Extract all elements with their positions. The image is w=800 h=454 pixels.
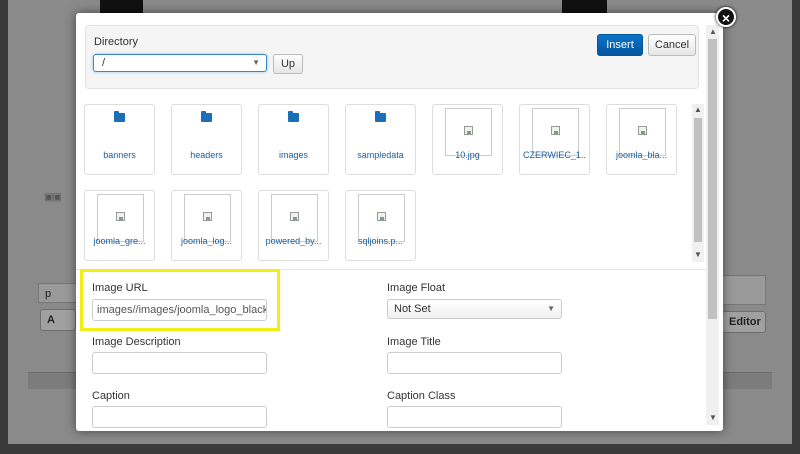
broken-image-icon: [464, 126, 473, 135]
image-float-label: Image Float: [387, 282, 446, 294]
scroll-up-icon[interactable]: ▲: [694, 105, 702, 115]
directory-select[interactable]: / ▼: [93, 54, 267, 72]
image-tile[interactable]: sqljoins.p...: [345, 190, 416, 261]
media-browser: banners headers images sampledata 10.jpg…: [76, 99, 706, 267]
image-name: joomla_bla...: [615, 150, 668, 160]
image-description-input[interactable]: [92, 352, 267, 374]
image-name: CZERWIEC_1...: [523, 150, 586, 160]
image-name: joomla_log...: [180, 236, 233, 246]
folder-tile-banners[interactable]: banners: [84, 104, 155, 175]
image-tile[interactable]: joomla_gre...: [84, 190, 155, 261]
directory-selected-value: /: [102, 57, 106, 69]
folder-tile-images[interactable]: images: [258, 104, 329, 175]
image-tile[interactable]: joomla_bla...: [606, 104, 677, 175]
image-tile[interactable]: CZERWIEC_1...: [519, 104, 590, 175]
scroll-down-icon[interactable]: ▼: [709, 413, 717, 423]
broken-image-icon: [638, 126, 647, 135]
background-editor-label: Editor: [729, 316, 761, 328]
image-thumbnail: [271, 194, 318, 242]
image-title-input[interactable]: [387, 352, 562, 374]
close-icon[interactable]: ×: [716, 7, 736, 27]
caption-label: Caption: [92, 390, 130, 402]
image-name: joomla_gre...: [93, 236, 146, 246]
background-right-input: [722, 275, 766, 305]
image-thumbnail: [97, 194, 144, 242]
folder-icon: [375, 111, 386, 122]
scroll-down-icon[interactable]: ▼: [694, 250, 702, 260]
directory-label: Directory: [94, 36, 139, 48]
folder-name: sampledata: [357, 150, 404, 160]
image-thumbnail: [358, 194, 405, 242]
folder-icon: [288, 111, 299, 122]
background-input: p: [38, 283, 78, 303]
chevron-down-icon: ▼: [547, 304, 555, 313]
folder-name: headers: [190, 150, 223, 160]
background-editor-button: Editor: [722, 311, 766, 333]
background-article-label: A: [47, 314, 55, 326]
insert-button[interactable]: Insert: [597, 34, 643, 56]
folder-icon: [114, 111, 125, 122]
broken-image-icon: [116, 212, 125, 221]
image-tile[interactable]: powered_by...: [258, 190, 329, 261]
up-button[interactable]: Up: [273, 54, 303, 74]
caption-input[interactable]: [92, 406, 267, 428]
image-name: powered_by...: [265, 236, 322, 246]
folder-name: banners: [103, 150, 136, 160]
image-properties-form: Image URL images//images/joomla_logo_bla…: [76, 269, 706, 431]
image-name: sqljoins.p...: [357, 236, 404, 246]
image-thumbnail: [532, 108, 579, 156]
directory-panel: Directory / ▼ Up Insert Cancel: [85, 25, 699, 89]
broken-image-icon: [290, 212, 299, 221]
image-thumbnail: [445, 108, 492, 156]
image-url-input[interactable]: images//images/joomla_logo_black.j: [92, 299, 267, 321]
image-tile[interactable]: 10.jpg: [432, 104, 503, 175]
broken-image-icon: [203, 212, 212, 221]
image-title-label: Image Title: [387, 336, 441, 348]
broken-image-icon: [551, 126, 560, 135]
media-scrollbar[interactable]: ▲ ▼: [692, 104, 704, 262]
scroll-up-icon[interactable]: ▲: [709, 27, 717, 37]
image-name: 10.jpg: [455, 150, 480, 160]
folder-tile-sampledata[interactable]: sampledata: [345, 104, 416, 175]
image-float-select[interactable]: Not Set ▼: [387, 299, 562, 319]
modal-scrollbar-thumb[interactable]: [708, 39, 717, 319]
cancel-button[interactable]: Cancel: [648, 34, 696, 56]
folder-name: images: [278, 150, 308, 160]
image-insert-modal: Directory / ▼ Up Insert Cancel banners h…: [76, 13, 723, 431]
background-article-button: A: [40, 309, 76, 331]
modal-scrollbar[interactable]: ▲ ▼: [706, 25, 719, 425]
image-url-label: Image URL: [92, 282, 148, 294]
folder-tile-headers[interactable]: headers: [171, 104, 242, 175]
image-tile[interactable]: joomla_log...: [171, 190, 242, 261]
caption-class-input[interactable]: [387, 406, 562, 428]
broken-image-icon: [377, 212, 386, 221]
image-thumbnail: [184, 194, 231, 242]
image-float-value: Not Set: [394, 303, 431, 315]
chevron-down-icon: ▼: [252, 58, 260, 67]
caption-class-label: Caption Class: [387, 390, 456, 402]
image-thumbnail: [619, 108, 666, 156]
folder-icon: [201, 111, 212, 122]
media-scrollbar-thumb[interactable]: [694, 118, 702, 242]
image-description-label: Image Description: [92, 336, 181, 348]
background-thumbnails: ▣▣: [44, 192, 62, 203]
